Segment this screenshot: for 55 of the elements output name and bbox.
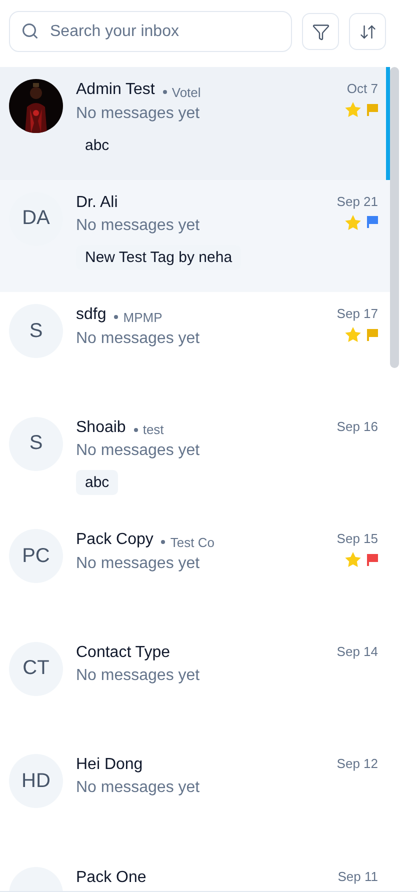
star-icon[interactable] — [345, 327, 361, 342]
message-preview: No messages yet — [76, 554, 201, 572]
conversation-date: Sep 15 — [336, 531, 378, 546]
search-field[interactable]: Search your inbox — [9, 11, 292, 52]
filter-button[interactable] — [302, 13, 339, 50]
contact-name: Dr. Ali — [76, 194, 118, 212]
flag-icon[interactable] — [367, 104, 378, 116]
conversation-date: Oct 7 — [346, 81, 378, 96]
contact-name: Admin Test — [76, 81, 155, 99]
avatar: S — [9, 304, 63, 358]
contact-name: Pack One — [76, 868, 146, 886]
scrollbar-thumb[interactable] — [390, 67, 399, 368]
flag-icon[interactable] — [367, 216, 378, 228]
conversation-date: Sep 21 — [336, 194, 378, 208]
conversation-date: Sep 17 — [336, 306, 378, 321]
contact-name: Shoaib — [76, 418, 126, 436]
message-preview: No messages yet — [76, 216, 201, 234]
message-preview: No messages yet — [76, 779, 201, 797]
star-icon[interactable] — [345, 102, 361, 117]
company-name: MPMP — [123, 310, 162, 324]
sort-icon — [358, 22, 376, 40]
message-preview: No messages yet — [76, 666, 201, 684]
conversation-item[interactable]: DA Dr. Ali No messages yet New Test Tag by neha Sep 21 — [0, 180, 390, 292]
contact-name: sdfg — [76, 306, 106, 324]
dot-icon — [161, 540, 166, 544]
dot-icon — [134, 428, 138, 432]
contact-name: Hei Dong — [76, 756, 143, 774]
contact-name: Contact Type — [76, 644, 170, 662]
dot-icon — [162, 90, 167, 94]
star-icon[interactable] — [345, 552, 361, 567]
conversation-date: Sep 14 — [336, 644, 378, 658]
conversation-item[interactable]: Admin Test Votel No messages yet abc Oct 7 — [0, 67, 390, 180]
company-name: Votel — [172, 84, 201, 100]
message-preview: No messages yet — [76, 330, 201, 348]
contact-name: Pack Copy — [76, 531, 154, 549]
avatar: HD — [9, 754, 63, 808]
message-preview: No messages yet — [76, 442, 201, 460]
company-name: Test Co — [170, 534, 214, 550]
flag-icon[interactable] — [367, 328, 378, 340]
conversation-date: Sep 11 — [338, 868, 378, 884]
tag: abc — [76, 132, 118, 158]
flag-icon[interactable] — [367, 554, 378, 566]
message-preview: No messages yet — [76, 104, 201, 122]
avatar: CT — [9, 642, 63, 696]
star-icon[interactable] — [345, 214, 361, 230]
tag: abc — [76, 470, 118, 495]
avatar: S — [9, 416, 63, 470]
conversation-date: Sep 12 — [336, 756, 378, 771]
dot-icon — [114, 315, 118, 319]
search-icon — [21, 22, 39, 40]
conversation-date: Sep 16 — [336, 418, 378, 434]
sort-button[interactable] — [349, 13, 386, 50]
company-name: test — [142, 422, 164, 437]
filter-icon — [312, 22, 330, 40]
avatar: PC — [9, 529, 63, 583]
